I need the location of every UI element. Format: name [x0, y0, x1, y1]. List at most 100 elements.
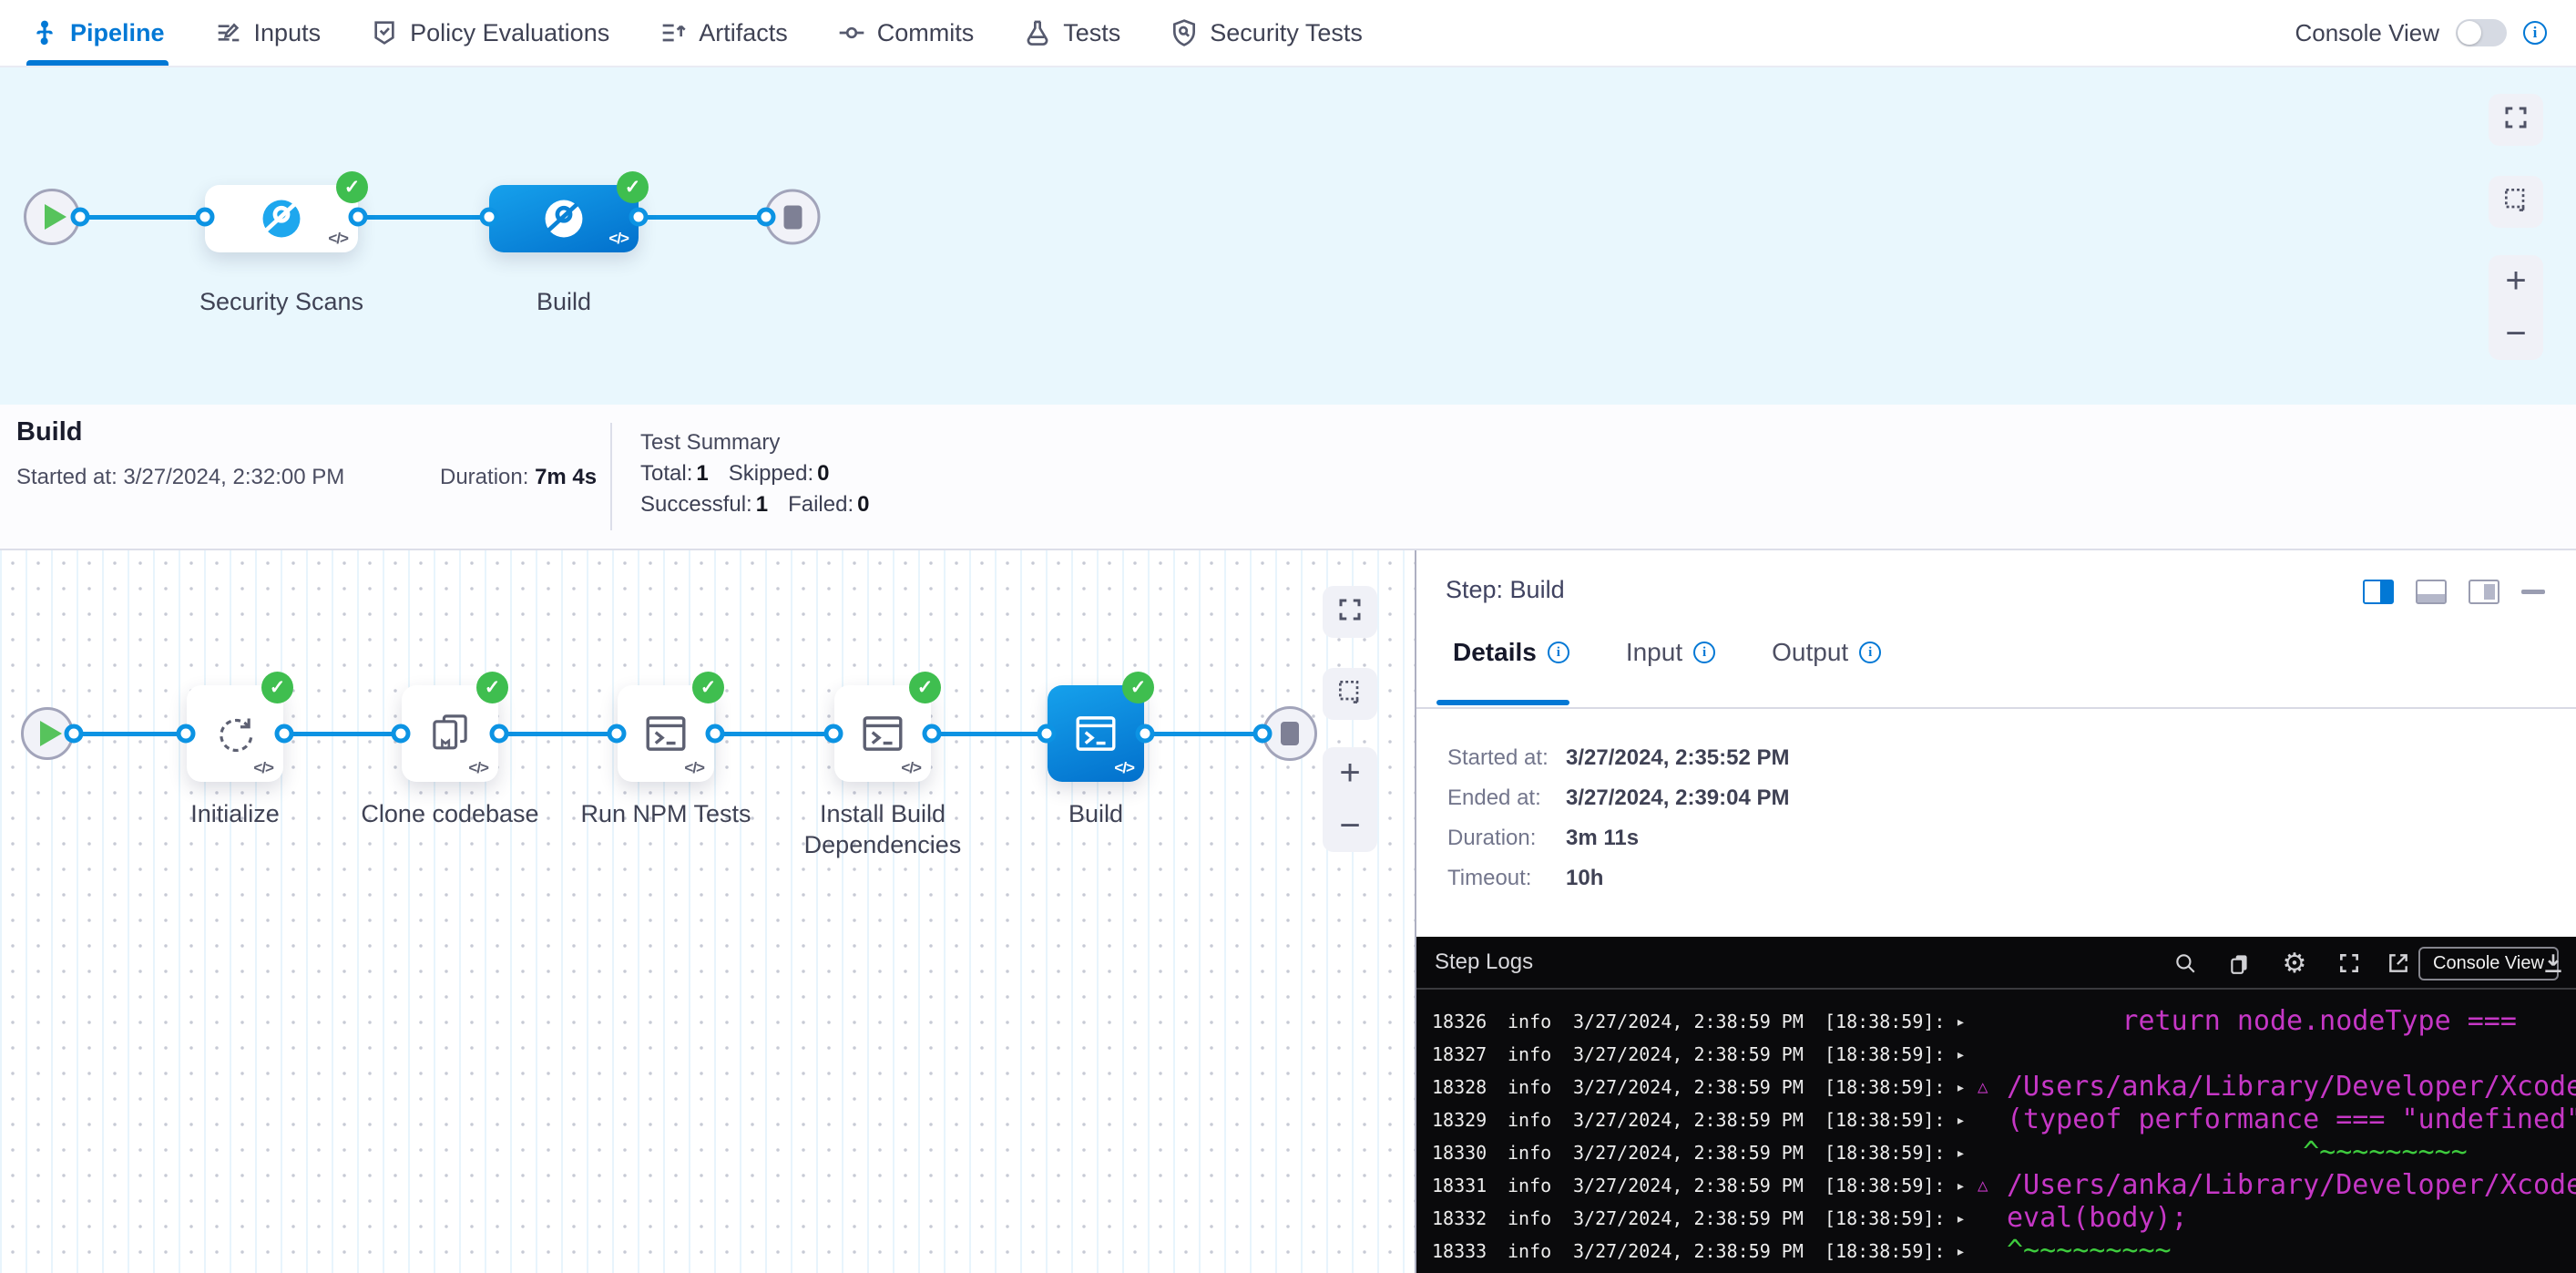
- play-icon: [45, 204, 66, 230]
- layout-floating-icon[interactable]: [2469, 580, 2499, 604]
- zoom-out-button[interactable]: −: [2489, 308, 2543, 360]
- tab-artifacts[interactable]: Artifacts: [659, 0, 788, 66]
- code-view-icon: </>: [328, 230, 348, 248]
- security-icon: [1170, 18, 1199, 47]
- log-date: 3/27/2024, 2:38:59 PM: [1573, 1240, 1804, 1262]
- log-message: return node.nodeType ===: [2007, 1005, 2517, 1037]
- tab-inputs[interactable]: Inputs: [214, 0, 322, 66]
- console-view-label: Console View: [2295, 19, 2439, 47]
- tab-label: Pipeline: [70, 19, 165, 47]
- log-caret-icon[interactable]: ▸: [1956, 1012, 1966, 1032]
- step-logs-header: Step Logs ⚙ Console View: [1416, 937, 2576, 990]
- active-tab-underline: [1436, 700, 1569, 705]
- tab-policy-evaluations[interactable]: Policy Evaluations: [370, 0, 609, 66]
- tab-info-icon[interactable]: i: [1859, 642, 1881, 663]
- node-label: Security Scans: [145, 286, 418, 317]
- success-check-icon: ✓: [1122, 672, 1154, 703]
- code-view-icon: </>: [253, 759, 273, 777]
- tab-input[interactable]: Inputi: [1626, 638, 1715, 667]
- log-caret-icon[interactable]: ▸: [1956, 1176, 1966, 1196]
- canvas-fullscreen-button[interactable]: [1323, 586, 1377, 638]
- tab-info-icon[interactable]: i: [1548, 642, 1569, 663]
- pipeline-icon: [30, 18, 59, 47]
- edge-connector-dot: [923, 724, 942, 744]
- log-download-icon[interactable]: [2539, 949, 2568, 978]
- log-date: 3/27/2024, 2:38:59 PM: [1573, 1011, 1804, 1032]
- minimize-panel-icon[interactable]: [2521, 590, 2545, 594]
- log-line-number: 18330: [1432, 1142, 1487, 1164]
- log-line-18331[interactable]: 18331info3/27/2024, 2:38:59 PM[18:38:59]…: [1416, 1175, 2576, 1207]
- log-expand-icon[interactable]: [2335, 949, 2364, 978]
- log-line-18326[interactable]: 18326info3/27/2024, 2:38:59 PM[18:38:59]…: [1416, 1011, 2576, 1043]
- tab-commits[interactable]: Commits: [837, 0, 975, 66]
- log-caret-icon[interactable]: ▸: [1956, 1242, 1966, 1261]
- log-open-external-icon[interactable]: [2384, 949, 2413, 978]
- canvas-select-button[interactable]: [2489, 176, 2543, 228]
- tab-label: Artifacts: [699, 19, 788, 47]
- console-view-info-icon[interactable]: i: [2523, 21, 2547, 45]
- edge-connector-dot: [480, 208, 499, 227]
- pipeline-node-security-scans[interactable]: </>✓: [205, 185, 358, 252]
- tab-pipeline[interactable]: Pipeline: [30, 0, 165, 66]
- edge-connector-dot: [392, 724, 411, 744]
- pipeline-node-build[interactable]: </>✓: [1048, 685, 1144, 782]
- layout-bottom-icon[interactable]: [2416, 580, 2447, 604]
- code-view-icon: </>: [684, 759, 704, 777]
- log-line-number: 18331: [1432, 1175, 1487, 1196]
- console-view-button[interactable]: Console View: [2418, 947, 2559, 980]
- edge-connector-dot: [706, 724, 725, 744]
- stop-icon: [783, 205, 802, 229]
- pipeline-node-clone-codebase[interactable]: </>✓: [402, 685, 498, 782]
- step-panel-title: Step: Build: [1446, 576, 1565, 604]
- tab-label: Commits: [877, 19, 975, 47]
- canvas-zoom-controls: +−: [1323, 747, 1377, 852]
- stage-summary-title: Build: [16, 417, 83, 447]
- log-caret-icon[interactable]: ▸: [1956, 1111, 1966, 1130]
- log-settings-icon[interactable]: ⚙: [2280, 949, 2309, 978]
- log-caret-icon[interactable]: ▸: [1956, 1144, 1966, 1163]
- zoom-in-button[interactable]: +: [2489, 255, 2543, 307]
- log-message: /Users/anka/Library/Developer/Xcode/Deri…: [2007, 1071, 2576, 1103]
- log-time: [18:38:59]:: [1825, 1109, 1945, 1131]
- toggle-knob: [2458, 21, 2481, 45]
- log-line-number: 18332: [1432, 1207, 1487, 1229]
- log-caret-icon[interactable]: ▸: [1956, 1078, 1966, 1097]
- tab-details[interactable]: Detailsi: [1453, 638, 1569, 667]
- canvas-fullscreen-button[interactable]: [2489, 94, 2543, 146]
- tab-output[interactable]: Outputi: [1772, 638, 1881, 667]
- tab-tests[interactable]: Tests: [1023, 0, 1120, 66]
- step-panel-tabs: DetailsiInputiOutputi: [1453, 638, 1881, 667]
- pipeline-node-run-npm-tests[interactable]: </>✓: [618, 685, 714, 782]
- log-line-18333[interactable]: 18333info3/27/2024, 2:38:59 PM[18:38:59]…: [1416, 1240, 2576, 1273]
- edge-connector-dot: [196, 208, 215, 227]
- pipeline-node-install-build-dependencies[interactable]: </>✓: [834, 685, 931, 782]
- canvas-select-button[interactable]: [1323, 668, 1377, 720]
- tab-label: Tests: [1063, 19, 1120, 47]
- panel-layout-controls: [2363, 580, 2545, 604]
- inputs-icon: [214, 18, 243, 47]
- tab-label: Input: [1626, 638, 1682, 667]
- zoom-in-button[interactable]: +: [1323, 747, 1377, 799]
- log-time: [18:38:59]:: [1825, 1076, 1945, 1098]
- field-label: Duration:: [1447, 826, 1536, 851]
- log-caret-icon[interactable]: ▸: [1956, 1045, 1966, 1064]
- log-copy-icon[interactable]: [2225, 949, 2254, 978]
- marquee-select-icon: [2501, 185, 2530, 219]
- tab-security-tests[interactable]: Security Tests: [1170, 0, 1363, 66]
- log-search-icon[interactable]: [2171, 949, 2200, 978]
- tab-label: Security Tests: [1210, 19, 1363, 47]
- step-pipeline-canvas: </>✓Initialize</>✓Clone codebase</>✓Run …: [0, 550, 1415, 1273]
- log-caret-icon[interactable]: ▸: [1956, 1209, 1966, 1228]
- fullscreen-icon: [1336, 596, 1364, 628]
- layout-split-right-icon[interactable]: [2363, 580, 2394, 604]
- field-value: 3/27/2024, 2:39:04 PM: [1566, 785, 1790, 811]
- console-view-toggle[interactable]: [2456, 19, 2507, 46]
- log-line-18332[interactable]: 18332info3/27/2024, 2:38:59 PM[18:38:59]…: [1416, 1207, 2576, 1240]
- pipeline-node-build[interactable]: </>✓: [489, 185, 639, 252]
- edge-connector-dot: [490, 724, 509, 744]
- pipeline-node-initialize[interactable]: </>✓: [187, 685, 283, 782]
- edge-connector-dot: [1136, 724, 1155, 744]
- tab-info-icon[interactable]: i: [1693, 642, 1715, 663]
- log-message: /Users/anka/Library/Developer/Xcode/Deri…: [2007, 1169, 2576, 1201]
- zoom-out-button[interactable]: −: [1323, 800, 1377, 852]
